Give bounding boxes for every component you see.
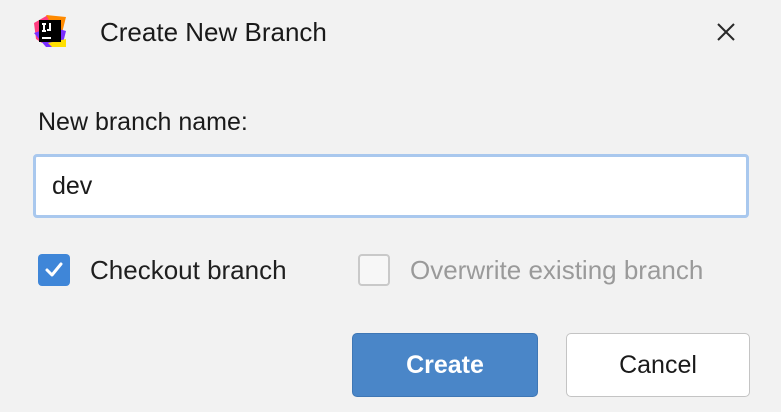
close-icon	[717, 23, 735, 41]
branch-name-input[interactable]	[33, 154, 749, 218]
overwrite-branch-checkbox[interactable]: Overwrite existing branch	[358, 250, 703, 290]
checkbox-unchecked-icon[interactable]	[358, 254, 390, 286]
overwrite-branch-label: Overwrite existing branch	[410, 254, 704, 285]
checkbox-checked-icon[interactable]	[38, 254, 70, 286]
checkout-branch-checkbox[interactable]: Checkout branch	[38, 250, 287, 290]
cancel-button[interactable]: Cancel	[566, 333, 750, 397]
branch-name-label: New branch name:	[38, 108, 248, 136]
checkout-branch-label: Checkout branch	[90, 254, 287, 285]
create-button[interactable]: Create	[352, 333, 538, 397]
close-button[interactable]	[708, 14, 744, 50]
intellij-idea-icon	[32, 13, 68, 49]
dialog-title: Create New Branch	[100, 17, 327, 47]
dialog-title-bar: Create New Branch	[0, 0, 781, 64]
